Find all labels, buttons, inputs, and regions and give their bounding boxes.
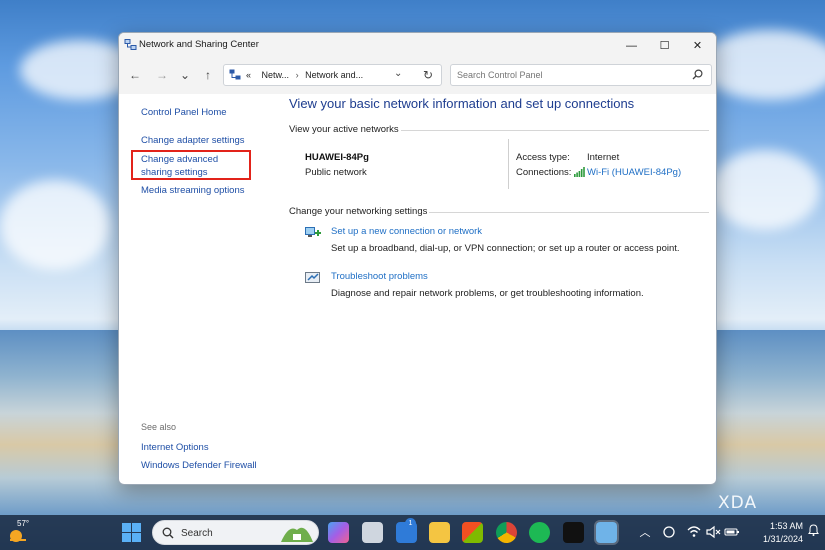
sidebar-item-windows-defender-firewall[interactable]: Windows Defender Firewall (141, 459, 257, 472)
wifi-connection-link[interactable]: Wi-Fi (HUAWEI-84Pg) (587, 167, 681, 178)
breadcrumb-overflow[interactable]: « (246, 70, 251, 80)
access-type-label: Access type: (516, 152, 570, 163)
control-panel-taskbar-icon[interactable] (594, 520, 619, 545)
breadcrumb-separator: › (295, 70, 299, 80)
xda-watermark: XDA (718, 493, 758, 513)
battery-icon[interactable] (724, 524, 740, 540)
troubleshoot-problems-description: Diagnose and repair network problems, or… (331, 288, 644, 299)
highlight-annotation-box (131, 150, 251, 180)
wifi-icon[interactable] (686, 524, 702, 540)
forward-arrow-icon[interactable]: → (153, 66, 171, 84)
weather-temperature: 57° (17, 519, 30, 528)
cloud (0, 180, 110, 270)
breadcrumb: « Netw... › Network and... (246, 70, 363, 80)
clock-time: 1:53 AM (769, 521, 803, 531)
taskbar-search-label: Search (181, 528, 213, 539)
troubleshoot-problems-link[interactable]: Troubleshoot problems (331, 271, 428, 282)
search-icon (162, 527, 174, 539)
system-clock[interactable]: 1:53 AM 1/31/2024 (747, 520, 803, 546)
navigation-bar: ← → ⌄ ↑ « Netw... › Network and... ⌄ ↻ (119, 58, 716, 94)
divider (429, 212, 709, 213)
microsoft-store-icon[interactable] (462, 522, 483, 543)
task-view-icon[interactable] (362, 522, 383, 543)
sidebar-item-internet-options[interactable]: Internet Options (141, 441, 209, 454)
wifi-signal-icon (574, 167, 585, 177)
sidebar-item-change-adapter-settings[interactable]: Change adapter settings (141, 134, 245, 147)
search-box[interactable] (450, 64, 712, 86)
page-title: View your basic network information and … (289, 96, 635, 111)
notification-bell-icon[interactable] (808, 524, 819, 536)
refresh-icon[interactable]: ↻ (423, 68, 433, 82)
volume-muted-icon[interactable] (705, 524, 721, 540)
breadcrumb-item-network-internet[interactable]: Netw... (262, 70, 290, 80)
windows-start-icon[interactable] (121, 522, 142, 543)
breadcrumb-item-network-sharing[interactable]: Network and... (305, 70, 363, 80)
new-connection-icon (305, 227, 321, 237)
setup-connection-description: Set up a broadband, dial-up, or VPN conn… (331, 243, 680, 254)
sidebar-item-control-panel-home[interactable]: Control Panel Home (141, 106, 227, 119)
see-also-label: See also (141, 422, 177, 432)
active-networks-heading: View your active networks (289, 124, 399, 135)
window-title: Network and Sharing Center (139, 39, 259, 50)
divider (401, 130, 709, 131)
search-highlight-icon (281, 527, 313, 542)
maximize-button[interactable]: ☐ (648, 33, 681, 58)
troubleshoot-icon (305, 272, 320, 283)
cloud (710, 150, 820, 230)
chevron-up-icon[interactable]: ︿ (637, 524, 653, 540)
title-bar[interactable]: Network and Sharing Center — ☐ ✕ (119, 33, 716, 58)
setup-connection-link[interactable]: Set up a new connection or network (331, 226, 482, 237)
search-icon[interactable] (692, 69, 703, 80)
taskbar: 57° Search 1 ︿ 1:53 AM 1/31/2024 (0, 515, 825, 550)
close-button[interactable]: ✕ (681, 33, 714, 58)
sidebar-item-media-streaming-options[interactable]: Media streaming options (141, 184, 245, 197)
change-settings-heading: Change your networking settings (289, 206, 428, 217)
capcut-icon[interactable] (563, 522, 584, 543)
spotify-icon[interactable] (529, 522, 550, 543)
network-sharing-center-window: Network and Sharing Center — ☐ ✕ ← → ⌄ ↑… (118, 32, 717, 485)
access-type-value: Internet (587, 152, 620, 163)
taskbar-search-box[interactable]: Search (152, 520, 319, 545)
file-explorer-icon[interactable] (429, 522, 450, 543)
clock-date: 1/31/2024 (762, 534, 803, 544)
address-bar[interactable]: « Netw... › Network and... ⌄ ↻ (223, 64, 442, 86)
network-type: Public network (305, 167, 367, 178)
control-panel-icon (229, 69, 241, 80)
mail-badge: 1 (405, 518, 416, 529)
connections-label: Connections: (516, 167, 572, 178)
network-center-icon (124, 39, 137, 50)
back-arrow-icon[interactable]: ← (126, 66, 144, 84)
recent-locations-chevron-icon[interactable]: ⌄ (176, 66, 194, 84)
up-arrow-icon[interactable]: ↑ (199, 66, 217, 84)
address-dropdown-icon[interactable]: ⌄ (394, 68, 402, 79)
sync-icon[interactable] (661, 524, 677, 540)
network-name: HUAWEI-84Pg (305, 152, 369, 163)
copilot-icon[interactable] (328, 522, 349, 543)
cloud (700, 30, 825, 100)
chrome-icon[interactable] (496, 522, 517, 543)
search-input[interactable] (451, 65, 681, 85)
minimize-button[interactable]: — (615, 33, 648, 58)
divider (508, 139, 509, 189)
